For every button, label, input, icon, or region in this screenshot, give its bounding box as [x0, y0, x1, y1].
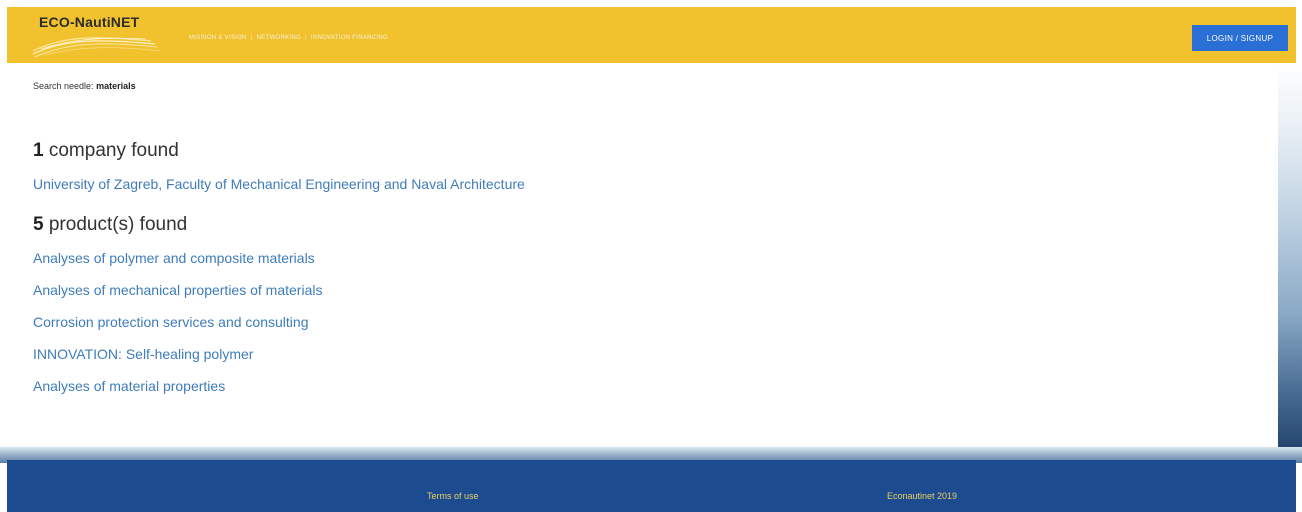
- search-results: 1 company found University of Zagreb, Fa…: [33, 140, 525, 410]
- wave-logo-icon: [32, 37, 160, 58]
- products-heading: 5 product(s) found: [33, 214, 525, 236]
- product-link[interactable]: INNOVATION: Self-healing polymer: [33, 346, 525, 362]
- footer-copyright: Econautinet 2019: [887, 491, 958, 501]
- products-count: 5: [33, 214, 44, 235]
- nav-mission-vision[interactable]: MISSION & VISION: [185, 35, 251, 41]
- main-nav: MISSION & VISION | NETWORKING | INNOVATI…: [185, 35, 392, 41]
- login-signup-button[interactable]: LOGIN / SIGNUP: [1192, 25, 1288, 51]
- search-needle-label: Search needle:: [33, 81, 94, 91]
- site-header: ECO-NautiNET MISSION & VISION | NETWORKI…: [7, 7, 1296, 63]
- nav-innovation-financing[interactable]: INNOVATION FINANCING: [307, 35, 392, 41]
- page: ECO-NautiNET MISSION & VISION | NETWORKI…: [0, 0, 1302, 512]
- product-link[interactable]: Analyses of polymer and composite materi…: [33, 250, 525, 266]
- nav-networking[interactable]: NETWORKING: [253, 35, 305, 41]
- water-background-strip: [1278, 63, 1302, 448]
- product-link[interactable]: Analyses of mechanical properties of mat…: [33, 282, 525, 298]
- companies-count: 1: [33, 140, 44, 161]
- terms-of-use-link[interactable]: Terms of use: [427, 491, 479, 501]
- search-needle-term: materials: [96, 81, 136, 91]
- product-link[interactable]: Corrosion protection services and consul…: [33, 314, 525, 330]
- search-needle: Search needle: materials: [33, 81, 136, 91]
- logo-text: ECO-NautiNET: [39, 14, 140, 30]
- companies-label: company found: [48, 140, 179, 161]
- site-footer: Terms of use Econautinet 2019: [7, 460, 1296, 512]
- companies-heading: 1 company found: [33, 140, 525, 162]
- company-link[interactable]: University of Zagreb, Faculty of Mechani…: [33, 176, 525, 192]
- product-link[interactable]: Analyses of material properties: [33, 378, 525, 394]
- products-label: product(s) found: [48, 214, 188, 235]
- site-logo[interactable]: ECO-NautiNET: [31, 11, 161, 61]
